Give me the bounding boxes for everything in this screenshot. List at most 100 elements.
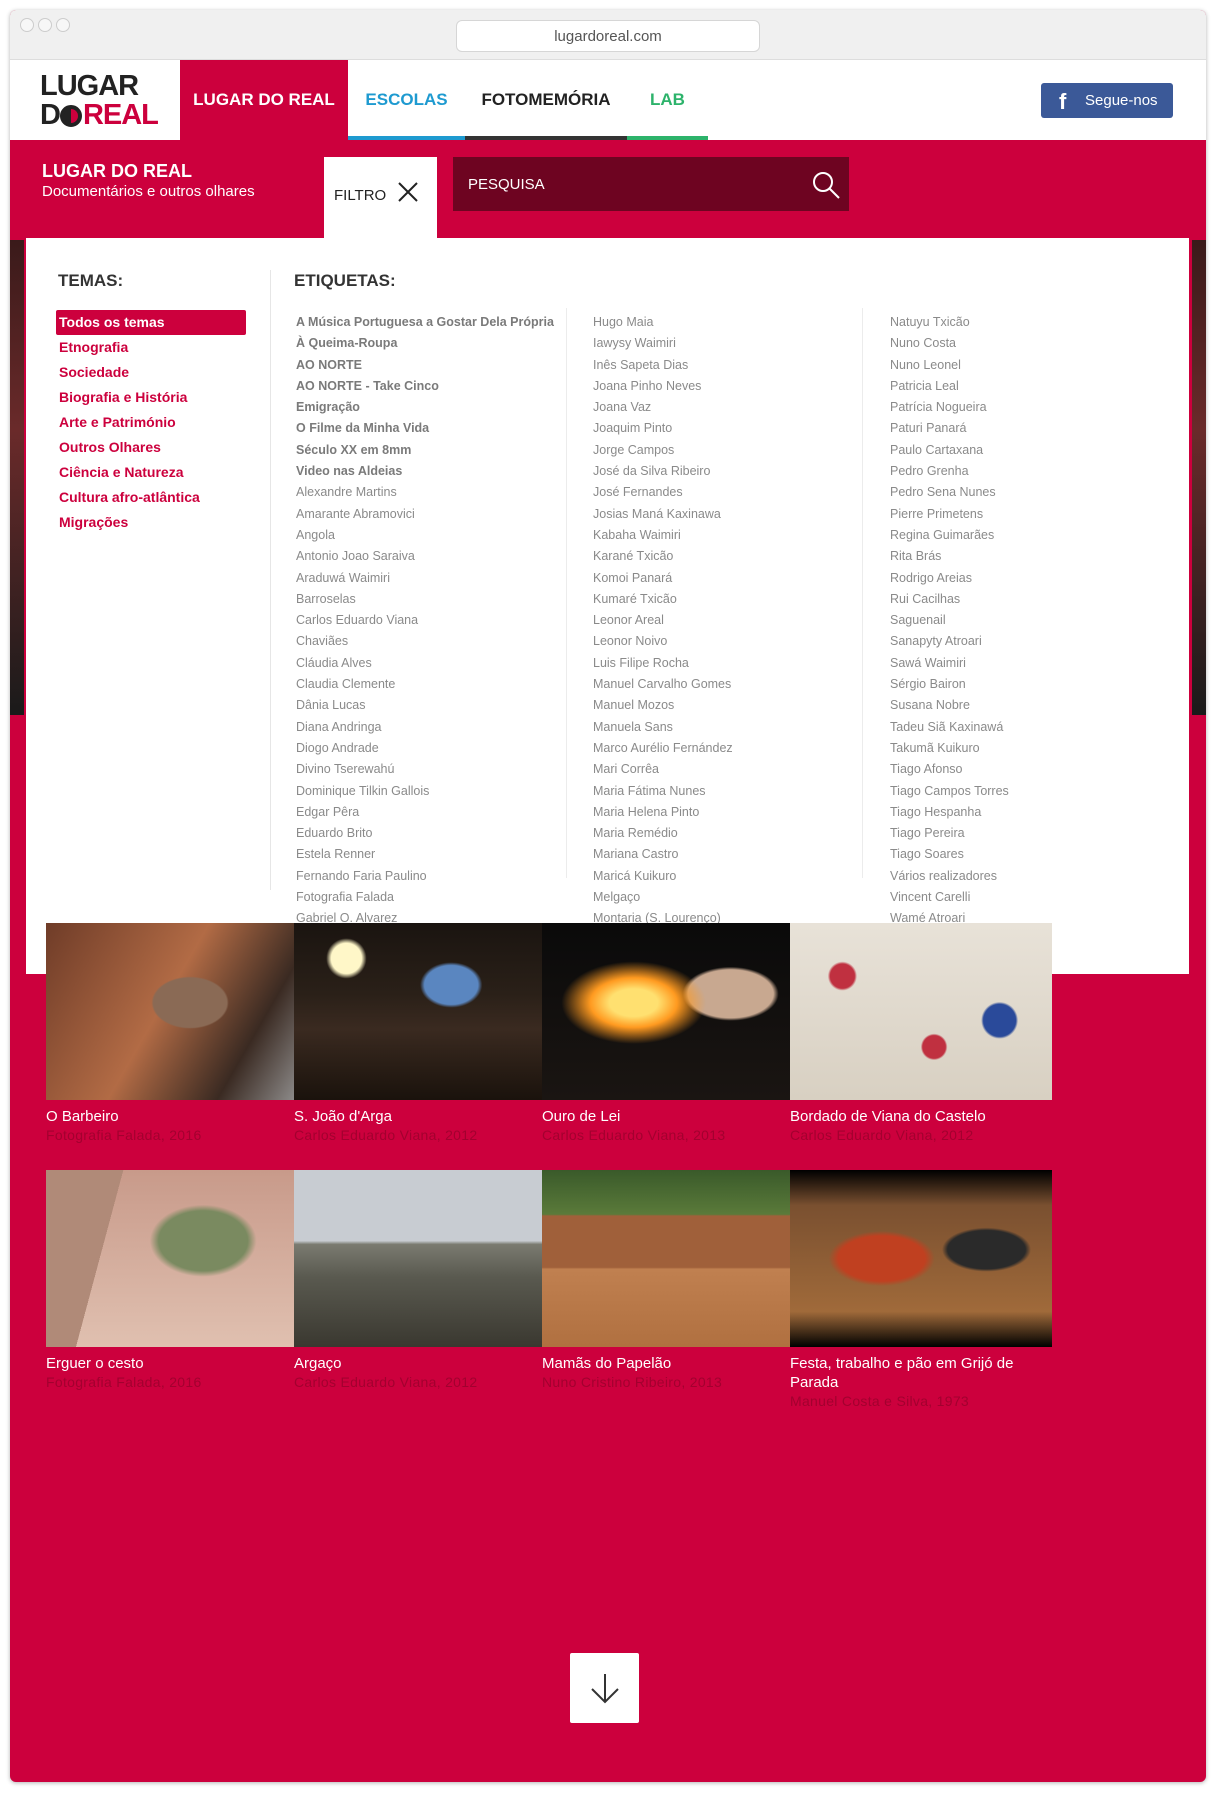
etiqueta-item[interactable]: Jorge Campos (593, 440, 863, 461)
nav-fotomemoria[interactable]: FOTOMEMÓRIA (465, 60, 627, 140)
etiqueta-item[interactable]: Maria Remédio (593, 823, 863, 844)
close-window-dot[interactable] (20, 18, 34, 32)
tema-item[interactable]: Todos os temas (56, 310, 246, 335)
etiqueta-item[interactable]: Saguenail (890, 610, 1160, 631)
etiqueta-item[interactable]: José Fernandes (593, 482, 863, 503)
etiqueta-item[interactable]: Manuel Carvalho Gomes (593, 674, 863, 695)
film-title[interactable]: Argaço (294, 1354, 556, 1373)
etiqueta-item[interactable]: Nuno Leonel (890, 355, 1160, 376)
tema-item[interactable]: Biografia e História (56, 385, 246, 410)
tema-item[interactable]: Ciência e Natureza (56, 460, 246, 485)
etiqueta-item[interactable]: Joana Vaz (593, 397, 863, 418)
tema-item[interactable]: Etnografia (56, 335, 246, 360)
etiqueta-item[interactable]: Maria Helena Pinto (593, 802, 863, 823)
etiqueta-item[interactable]: Sérgio Bairon (890, 674, 1160, 695)
etiqueta-item[interactable]: Leonor Areal (593, 610, 863, 631)
film-thumbnail[interactable] (542, 923, 804, 1100)
etiqueta-item[interactable]: Vários realizadores (890, 866, 1160, 887)
etiqueta-item[interactable]: Tiago Pereira (890, 823, 1160, 844)
etiqueta-item[interactable]: Fernando Faria Paulino (296, 866, 566, 887)
etiqueta-item[interactable]: Diana Andringa (296, 717, 566, 738)
etiqueta-item[interactable]: Angola (296, 525, 566, 546)
film-title[interactable]: Festa, trabalho e pão em Grijó de Parada (790, 1354, 1052, 1392)
nav-lugar-do-real[interactable]: LUGAR DO REAL (180, 60, 348, 140)
search-input[interactable] (468, 157, 788, 211)
etiqueta-item[interactable]: Sanapyty Atroari (890, 631, 1160, 652)
etiqueta-item[interactable]: Dânia Lucas (296, 695, 566, 716)
etiqueta-item[interactable]: Vincent Carelli (890, 887, 1160, 908)
etiqueta-item[interactable]: Komoi Panará (593, 568, 863, 589)
film-title[interactable]: Mamãs do Papelão (542, 1354, 804, 1373)
etiqueta-item[interactable]: Diogo Andrade (296, 738, 566, 759)
film-title[interactable]: S. João d'Arga (294, 1107, 556, 1126)
etiqueta-item[interactable]: Rita Brás (890, 546, 1160, 567)
etiqueta-item[interactable]: Kabaha Waimiri (593, 525, 863, 546)
etiqueta-item[interactable]: Alexandre Martins (296, 482, 566, 503)
etiqueta-item[interactable]: Natuyu Txicão (890, 312, 1160, 333)
etiqueta-item[interactable]: Josias Maná Kaxinawa (593, 504, 863, 525)
tema-item[interactable]: Arte e Património (56, 410, 246, 435)
etiqueta-item[interactable]: Paturi Panará (890, 418, 1160, 439)
address-bar[interactable]: lugardoreal.com (456, 20, 760, 52)
etiqueta-item[interactable]: AO NORTE (296, 355, 566, 376)
etiqueta-item[interactable]: AO NORTE - Take Cinco (296, 376, 566, 397)
etiqueta-item[interactable]: Joana Pinho Neves (593, 376, 863, 397)
etiqueta-item[interactable]: Patrícia Nogueira (890, 397, 1160, 418)
film-thumbnail[interactable] (790, 1170, 1052, 1347)
site-logo[interactable]: LUGAR D REAL (40, 72, 180, 130)
etiqueta-item[interactable]: Rui Cacilhas (890, 589, 1160, 610)
etiqueta-item[interactable]: Pierre Primetens (890, 504, 1160, 525)
film-thumbnail[interactable] (294, 923, 556, 1100)
etiqueta-item[interactable]: Maria Fátima Nunes (593, 781, 863, 802)
etiqueta-item[interactable]: Video nas Aldeias (296, 461, 566, 482)
film-thumbnail[interactable] (46, 1170, 308, 1347)
film-thumbnail[interactable] (542, 1170, 804, 1347)
etiqueta-item[interactable]: À Queima-Roupa (296, 333, 566, 354)
film-title[interactable]: Erguer o cesto (46, 1354, 308, 1373)
etiqueta-item[interactable]: Eduardo Brito (296, 823, 566, 844)
maximize-window-dot[interactable] (56, 18, 70, 32)
nav-lab[interactable]: LAB (627, 60, 708, 140)
etiqueta-item[interactable]: Kumaré Txicão (593, 589, 863, 610)
etiqueta-item[interactable]: Mari Corrêa (593, 759, 863, 780)
film-thumbnail[interactable] (294, 1170, 556, 1347)
search-icon[interactable] (811, 170, 841, 200)
etiqueta-item[interactable]: Sawá Waimiri (890, 653, 1160, 674)
etiqueta-item[interactable]: Joaquim Pinto (593, 418, 863, 439)
film-title[interactable]: Ouro de Lei (542, 1107, 804, 1126)
etiqueta-item[interactable]: A Música Portuguesa a Gostar Dela Própri… (296, 312, 566, 333)
etiqueta-item[interactable]: Carlos Eduardo Viana (296, 610, 566, 631)
etiqueta-item[interactable]: Leonor Noivo (593, 631, 863, 652)
etiqueta-item[interactable]: Cláudia Alves (296, 653, 566, 674)
etiqueta-item[interactable]: Maricá Kuikuro (593, 866, 863, 887)
etiqueta-item[interactable]: Pedro Sena Nunes (890, 482, 1160, 503)
etiqueta-item[interactable]: Nuno Costa (890, 333, 1160, 354)
close-icon[interactable] (397, 181, 419, 203)
etiqueta-item[interactable]: Divino Tserewahú (296, 759, 566, 780)
etiqueta-item[interactable]: Século XX em 8mm (296, 440, 566, 461)
etiqueta-item[interactable]: Patricia Leal (890, 376, 1160, 397)
etiqueta-item[interactable]: Araduwá Waimiri (296, 568, 566, 589)
etiqueta-item[interactable]: Rodrigo Areias (890, 568, 1160, 589)
etiqueta-item[interactable]: Fotografia Falada (296, 887, 566, 908)
etiqueta-item[interactable]: Tiago Afonso (890, 759, 1160, 780)
tema-item[interactable]: Cultura afro-atlântica (56, 485, 246, 510)
load-more-button[interactable] (570, 1653, 639, 1723)
etiqueta-item[interactable]: Melgaço (593, 887, 863, 908)
etiqueta-item[interactable]: Chaviães (296, 631, 566, 652)
etiqueta-item[interactable]: Susana Nobre (890, 695, 1160, 716)
minimize-window-dot[interactable] (38, 18, 52, 32)
etiqueta-item[interactable]: Pedro Grenha (890, 461, 1160, 482)
etiqueta-item[interactable]: Tadeu Siã Kaxinawá (890, 717, 1160, 738)
etiqueta-item[interactable]: Marco Aurélio Fernández (593, 738, 863, 759)
film-title[interactable]: O Barbeiro (46, 1107, 308, 1126)
tema-item[interactable]: Sociedade (56, 360, 246, 385)
etiqueta-item[interactable]: Claudia Clemente (296, 674, 566, 695)
tema-item[interactable]: Outros Olhares (56, 435, 246, 460)
etiqueta-item[interactable]: Paulo Cartaxana (890, 440, 1160, 461)
etiqueta-item[interactable]: Tiago Campos Torres (890, 781, 1160, 802)
etiqueta-item[interactable]: Karané Txicão (593, 546, 863, 567)
etiqueta-item[interactable]: Emigração (296, 397, 566, 418)
etiqueta-item[interactable]: Takumã Kuikuro (890, 738, 1160, 759)
film-thumbnail[interactable] (790, 923, 1052, 1100)
